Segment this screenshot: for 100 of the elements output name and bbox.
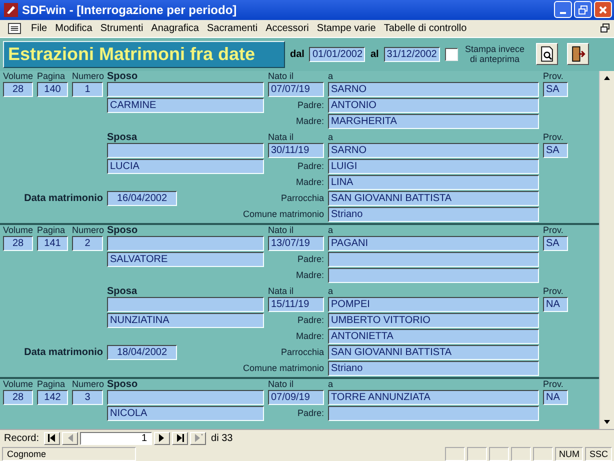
- preview-button[interactable]: [536, 43, 558, 66]
- mother-field[interactable]: [328, 268, 539, 284]
- birthplace-field[interactable]: TORRE ANNUNZIATA: [328, 390, 539, 406]
- status-pane: [510, 446, 531, 461]
- menu-item[interactable]: Sacramenti: [202, 22, 262, 34]
- first-name-field[interactable]: LUCIA: [107, 159, 264, 174]
- status-pane: [488, 446, 509, 461]
- surname-field[interactable]: [107, 82, 264, 98]
- birth-date-field[interactable]: 07/07/19: [268, 82, 324, 98]
- minimize-icon: [560, 12, 566, 14]
- birthplace-label: a: [328, 286, 334, 297]
- father-label: Padre:: [296, 408, 324, 420]
- birthplace-field[interactable]: PAGANI: [328, 236, 539, 252]
- minimize-button[interactable]: [554, 1, 572, 18]
- menu-item[interactable]: Modifica: [51, 22, 96, 34]
- father-field[interactable]: LUIGI: [328, 159, 539, 174]
- page-field[interactable]: 140: [37, 82, 68, 98]
- birthplace-field[interactable]: SARNO: [328, 143, 539, 158]
- surname-field[interactable]: [107, 143, 264, 158]
- first-name-field[interactable]: NUNZIATINA: [107, 313, 264, 328]
- app-icon: [4, 2, 18, 17]
- province-label: Prov.: [543, 132, 564, 143]
- to-label: al: [370, 48, 379, 60]
- wedding-town-field[interactable]: Striano: [328, 361, 539, 376]
- birth-date-field[interactable]: 30/11/19: [268, 143, 324, 158]
- right-arrow-icon: [192, 433, 204, 444]
- birthplace-field[interactable]: SARNO: [328, 82, 539, 98]
- birthplace-label: a: [328, 132, 334, 143]
- number-field[interactable]: 2: [72, 236, 103, 252]
- birth-date-label: Nato il: [268, 70, 295, 82]
- birth-date-label: Nata il: [268, 286, 295, 297]
- province-field[interactable]: NA: [543, 297, 568, 312]
- birth-date-label: Nata il: [268, 132, 295, 143]
- first-name-field[interactable]: NICOLA: [107, 406, 264, 422]
- birth-date-field[interactable]: 13/07/19: [268, 236, 324, 252]
- restore-icon[interactable]: [600, 23, 610, 34]
- father-field[interactable]: ANTONIO: [328, 98, 539, 114]
- last-record-button[interactable]: [172, 432, 188, 445]
- menu-item[interactable]: Stampe varie: [312, 22, 380, 34]
- father-label: Padre:: [296, 100, 324, 112]
- menu-item[interactable]: Accessori: [262, 22, 313, 34]
- birth-date-field[interactable]: 15/11/19: [268, 297, 324, 312]
- first-name-field[interactable]: CARMINE: [107, 98, 264, 114]
- restore-icon: [578, 4, 588, 15]
- birth-date-field[interactable]: 07/09/19: [268, 390, 324, 406]
- parish-field[interactable]: SAN GIOVANNI BATTISTA: [328, 345, 539, 360]
- province-field[interactable]: SA: [543, 82, 568, 98]
- province-field[interactable]: NA: [543, 390, 568, 406]
- number-label: Numero: [72, 378, 103, 390]
- first-record-button[interactable]: [44, 432, 60, 445]
- volume-field[interactable]: 28: [3, 236, 33, 252]
- menu-item[interactable]: File: [27, 22, 52, 34]
- first-name-field[interactable]: SALVATORE: [107, 252, 264, 268]
- page-label: Pagina: [37, 224, 66, 236]
- volume-field[interactable]: 28: [3, 390, 33, 406]
- surname-field[interactable]: [107, 390, 264, 406]
- right-arrow-icon: [174, 433, 186, 444]
- number-field[interactable]: 3: [72, 390, 103, 406]
- mother-label: Madre:: [294, 270, 324, 282]
- wedding-date-field[interactable]: 18/04/2002: [107, 345, 177, 360]
- page-field[interactable]: 142: [37, 390, 68, 406]
- status-pane: [444, 446, 465, 461]
- record-count: di 33: [211, 432, 233, 444]
- page-field[interactable]: 141: [37, 236, 68, 252]
- date-field[interactable]: 31/12/2002: [384, 46, 440, 62]
- close-icon: [598, 4, 608, 15]
- surname-field[interactable]: [107, 297, 264, 312]
- birthplace-field[interactable]: POMPEI: [328, 297, 539, 312]
- wedding-date-field[interactable]: 16/04/2002: [107, 191, 177, 206]
- mother-field[interactable]: LINA: [328, 175, 539, 190]
- province-field[interactable]: SA: [543, 236, 568, 252]
- form-icon[interactable]: [8, 22, 21, 34]
- next-record-button[interactable]: [154, 432, 170, 445]
- date-field[interactable]: 01/01/2002: [309, 46, 366, 62]
- scrollbar[interactable]: [599, 70, 614, 430]
- menu-item[interactable]: Tabelle di controllo: [380, 22, 471, 34]
- volume-label: Volume: [3, 378, 33, 390]
- father-field[interactable]: [328, 406, 539, 422]
- parish-field[interactable]: SAN GIOVANNI BATTISTA: [328, 191, 539, 206]
- restore-button[interactable]: [574, 1, 592, 18]
- father-field[interactable]: [328, 252, 539, 268]
- province-label: Prov.: [543, 224, 564, 236]
- menu-item[interactable]: Strumenti: [96, 22, 148, 34]
- close-button[interactable]: [594, 1, 612, 18]
- surname-field[interactable]: [107, 236, 264, 252]
- father-label: Padre:: [296, 161, 324, 172]
- mother-field[interactable]: ANTONIETTA: [328, 329, 539, 344]
- number-field[interactable]: 1: [72, 82, 103, 98]
- mother-field[interactable]: MARGHERITA: [328, 114, 539, 130]
- province-field[interactable]: SA: [543, 143, 568, 158]
- spouse-label: Sposo: [107, 224, 139, 236]
- wedding-town-label: Comune matrimonio: [242, 363, 324, 374]
- exit-button[interactable]: [566, 43, 589, 66]
- checkbox[interactable]: [444, 48, 458, 61]
- record-number-field[interactable]: 1: [80, 432, 152, 445]
- volume-field[interactable]: 28: [3, 82, 33, 98]
- record-label: Record:: [4, 432, 40, 444]
- father-field[interactable]: UMBERTO VITTORIO: [328, 313, 539, 328]
- wedding-town-field[interactable]: Striano: [328, 207, 539, 222]
- menu-item[interactable]: Anagrafica: [147, 22, 203, 34]
